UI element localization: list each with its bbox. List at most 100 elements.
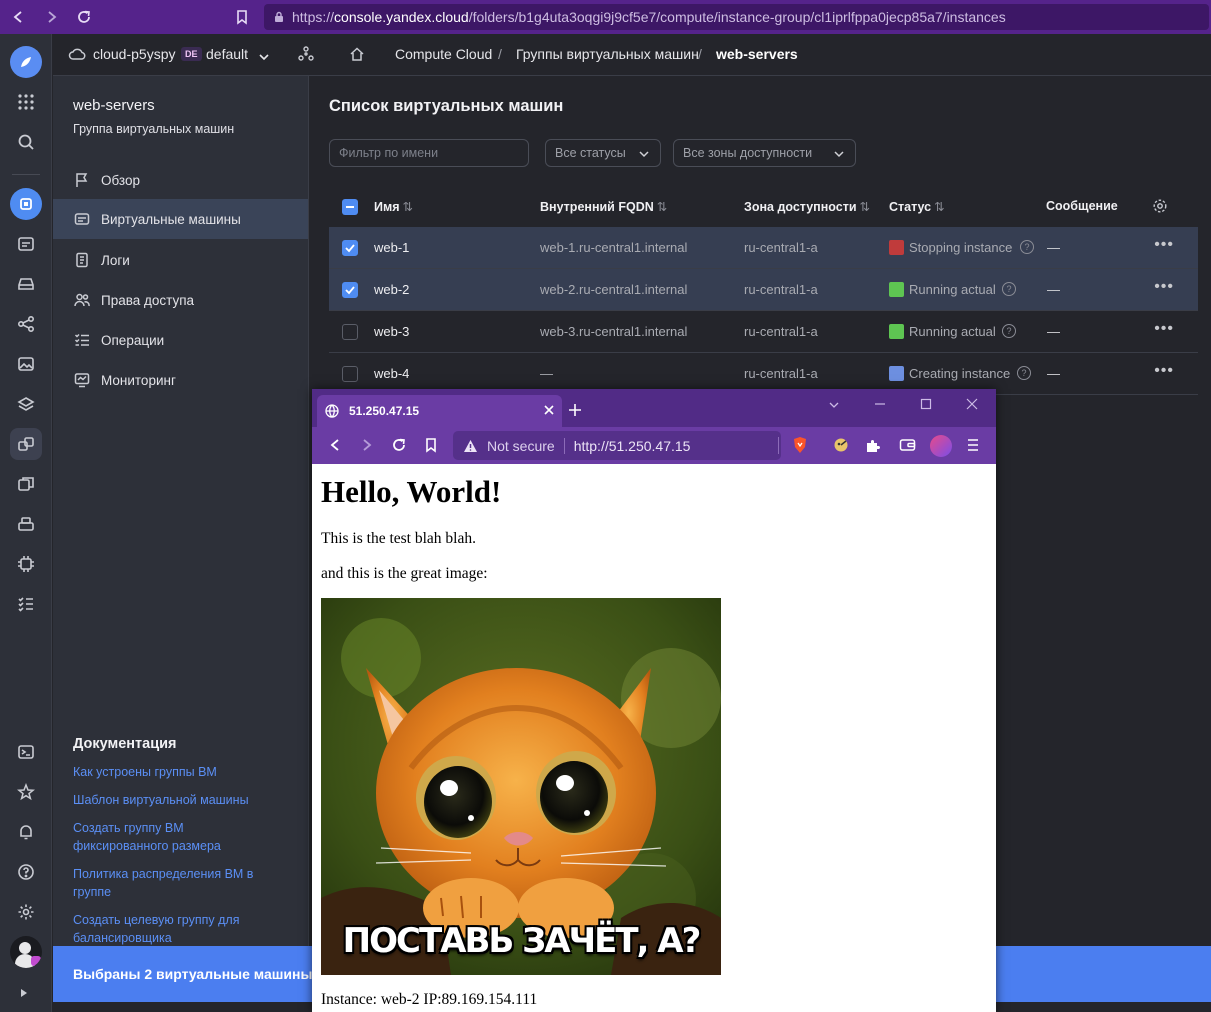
doc-link[interactable]: Создать целевую группу для балансировщик… <box>73 911 263 947</box>
doc-link[interactable]: Политика распределения ВМ в группе <box>73 865 273 901</box>
vm-name[interactable]: web-4 <box>374 366 409 381</box>
instance-groups-icon[interactable] <box>10 428 42 460</box>
popup-address-bar[interactable]: Not secure http://51.250.47.15 <box>453 431 781 460</box>
disk-icon[interactable] <box>10 268 42 300</box>
tasks-icon[interactable] <box>10 588 42 620</box>
search-icon[interactable] <box>10 126 42 158</box>
gpu-icon[interactable] <box>10 548 42 580</box>
bookmark-icon[interactable] <box>424 437 438 458</box>
doc-link[interactable]: Шаблон виртуальной машины <box>73 791 273 809</box>
snapshot-icon[interactable] <box>10 468 42 500</box>
favorites-star-icon[interactable] <box>10 776 42 808</box>
select-all-checkbox[interactable] <box>342 199 358 215</box>
reload-icon[interactable] <box>391 437 407 458</box>
minimize-icon[interactable] <box>874 397 886 415</box>
tab-close-icon[interactable] <box>542 403 556 420</box>
help-icon[interactable]: ? <box>1017 366 1031 380</box>
vm-name[interactable]: web-3 <box>374 324 409 339</box>
new-tab-plus-icon[interactable] <box>568 403 582 422</box>
address-bar[interactable]: https://console.yandex.cloud/folders/b1g… <box>264 4 1209 30</box>
wallet-icon[interactable] <box>899 437 916 458</box>
settings-gear-icon[interactable] <box>10 896 42 928</box>
table-row[interactable]: web-2 web-2.ru-central1.internal ru-cent… <box>329 269 1198 311</box>
tab-title: 51.250.47.15 <box>349 404 420 418</box>
services-grid-icon[interactable] <box>10 86 42 118</box>
extension-icon[interactable] <box>833 437 849 458</box>
forward-icon[interactable] <box>40 5 64 29</box>
chevron-down-icon[interactable] <box>258 49 270 65</box>
vm-zone: ru-central1-a <box>744 324 818 339</box>
image-icon[interactable] <box>10 348 42 380</box>
row-checkbox[interactable] <box>342 366 358 382</box>
popup-tab[interactable]: 51.250.47.15 <box>317 395 562 427</box>
terminal-icon[interactable] <box>10 736 42 768</box>
breadcrumb-compute-cloud[interactable]: Compute Cloud <box>395 46 492 62</box>
breadcrumb-separator: / <box>498 46 502 62</box>
security-status[interactable]: Not secure <box>487 438 555 454</box>
folder-name[interactable]: default <box>206 46 248 62</box>
profile-avatar[interactable] <box>930 435 952 457</box>
notifications-bell-icon[interactable] <box>10 816 42 848</box>
tab-list-chevron-icon[interactable] <box>828 397 840 415</box>
doc-link[interactable]: Как устроены группы ВМ <box>73 763 273 781</box>
doc-link[interactable]: Создать группу ВМ фиксированного размера <box>73 819 248 855</box>
name-filter-input[interactable]: Фильтр по имени <box>329 139 529 167</box>
sidebar-item-operations[interactable]: Операции <box>53 320 308 360</box>
network-icon[interactable] <box>10 308 42 340</box>
sidebar-item-label: Виртуальные машины <box>101 211 241 227</box>
row-actions-icon[interactable]: ••• <box>1154 278 1174 296</box>
zone-select[interactable]: Все зоны доступности <box>673 139 856 167</box>
table-row[interactable]: web-1 web-1.ru-central1.internal ru-cent… <box>329 227 1198 269</box>
expand-rail-icon[interactable] <box>18 986 34 1002</box>
vm-message: — <box>1047 282 1060 297</box>
column-header-zone[interactable]: Зона доступности ⇅ <box>744 199 870 214</box>
row-actions-icon[interactable]: ••• <box>1154 362 1174 380</box>
back-icon[interactable] <box>328 438 342 457</box>
close-window-icon[interactable] <box>966 397 978 415</box>
help-icon[interactable]: ? <box>1002 282 1016 296</box>
sort-icon: ⇅ <box>402 200 414 214</box>
column-label: Сообщение <box>1046 199 1118 213</box>
vm-name[interactable]: web-2 <box>374 282 409 297</box>
row-checkbox[interactable] <box>342 240 358 256</box>
help-icon[interactable]: ? <box>1020 240 1034 254</box>
vm-zone: ru-central1-a <box>744 366 818 381</box>
brave-shield-icon[interactable] <box>792 436 808 459</box>
maximize-icon[interactable] <box>920 397 932 415</box>
sidebar-item-monitoring[interactable]: Мониторинг <box>53 360 308 400</box>
row-actions-icon[interactable]: ••• <box>1154 320 1174 338</box>
sidebar-item-logs[interactable]: Логи <box>53 240 308 280</box>
breadcrumb-instance-groups[interactable]: Группы виртуальных машин <box>516 46 699 62</box>
layers-icon[interactable] <box>10 388 42 420</box>
sidebar-item-overview[interactable]: Обзор <box>53 160 308 200</box>
column-header-fqdn[interactable]: Внутренний FQDN ⇅ <box>540 199 667 214</box>
cloud-name[interactable]: cloud-p5yspy <box>93 46 176 62</box>
compute-cloud-icon[interactable] <box>10 188 42 220</box>
yandex-cloud-logo-icon[interactable] <box>10 46 42 78</box>
row-checkbox[interactable] <box>342 282 358 298</box>
menu-icon[interactable] <box>967 438 979 457</box>
extensions-puzzle-icon[interactable] <box>865 437 881 458</box>
avatar[interactable] <box>10 936 42 968</box>
table-row[interactable]: web-3 web-3.ru-central1.internal ru-cent… <box>329 311 1198 353</box>
column-header-name[interactable]: Имя ⇅ <box>374 199 413 214</box>
column-header-message: Сообщение <box>1046 199 1118 213</box>
sidebar-item-vms[interactable]: Виртуальные машины <box>53 199 308 239</box>
help-icon[interactable]: ? <box>1002 324 1016 338</box>
forward-icon[interactable] <box>360 438 374 457</box>
row-checkbox[interactable] <box>342 324 358 340</box>
placement-icon[interactable] <box>10 508 42 540</box>
back-icon[interactable] <box>6 5 30 29</box>
vm-name[interactable]: web-1 <box>374 240 409 255</box>
home-icon[interactable] <box>349 46 365 65</box>
help-icon[interactable] <box>10 856 42 888</box>
status-select[interactable]: Все статусы <box>545 139 661 167</box>
table-settings-gear-icon[interactable] <box>1152 198 1168 219</box>
sidebar-item-access[interactable]: Права доступа <box>53 280 308 320</box>
column-header-status[interactable]: Статус ⇅ <box>889 199 945 214</box>
dashboard-icon[interactable] <box>10 228 42 260</box>
reload-icon[interactable] <box>72 5 96 29</box>
bookmark-icon[interactable] <box>230 5 254 29</box>
row-actions-icon[interactable]: ••• <box>1154 236 1174 254</box>
services-share-icon[interactable] <box>298 46 314 65</box>
